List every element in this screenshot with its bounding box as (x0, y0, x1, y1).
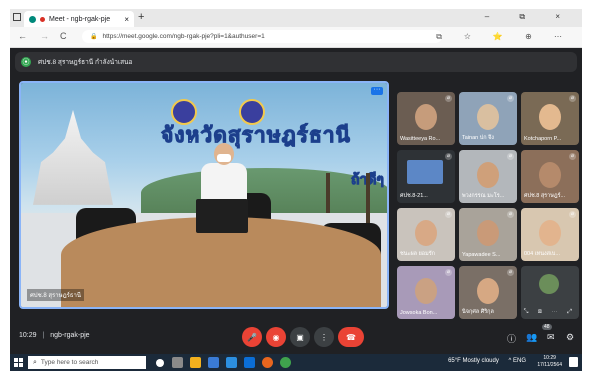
participant-tile[interactable]: ⌀ พวงกรรณ มะโร... (459, 150, 517, 203)
firefox-icon[interactable] (262, 357, 273, 368)
participant-name: Tainan ปก จึง (462, 135, 494, 141)
palm-tree (366, 172, 370, 223)
meet-area: ⦿ ศปช.8 สุราษฎร์ธานี กำลังนำเสนอ จังหวัด… (10, 48, 582, 354)
mic-off-icon: ⌀ (445, 211, 452, 218)
clock-time: 10:29 (543, 355, 556, 361)
activities-icon[interactable]: ⚙ (566, 332, 574, 343)
file-explorer-icon[interactable] (190, 357, 201, 368)
participant-tile[interactable]: ⌀ Yapawadee S... (459, 208, 517, 261)
mic-off-icon: ⌀ (507, 95, 514, 102)
clock-date: 17/11/2564 (537, 362, 562, 368)
presenter-name: ศปช.8 สุราษฎร์ธานี (27, 289, 84, 301)
participant-name: Jowsoka Bon... (400, 310, 438, 316)
window-controls[interactable]: – ⧉ × (485, 12, 574, 22)
search-icon: ⌕ (33, 358, 37, 366)
tray-icons[interactable]: ^ ENG (509, 358, 526, 364)
address-bar[interactable]: 🔒 https://meet.google.com/ngb-rgak-pje?p… (82, 30, 442, 43)
edge-icon[interactable] (226, 357, 237, 368)
reload-button[interactable]: C (60, 31, 67, 41)
mic-off-icon: ⌀ (569, 95, 576, 102)
participant-name: ศปช.8-21... (400, 193, 428, 199)
weather-text[interactable]: 65°F Mostly cloudy (448, 358, 499, 364)
back-button[interactable]: ← (18, 31, 27, 41)
participant-name: Yapawadee S... (462, 252, 501, 258)
new-tab-button[interactable]: + (138, 11, 144, 23)
meeting-details-icon[interactable]: ⓘ (507, 332, 516, 345)
meet-favicon-icon (29, 15, 36, 23)
tab-strip: Meet - ngb-rgak-pje × + – ⧉ × (10, 9, 582, 27)
taskbar-clock[interactable]: 10:29 17/11/2564 (537, 355, 562, 369)
notification-icon[interactable] (569, 357, 578, 367)
url-text: https://meet.google.com/ngb-rgak-pje?pli… (102, 33, 265, 40)
participant-name: ชนะผล ยอมรัก (400, 251, 436, 257)
palm-tree (326, 172, 330, 213)
presenting-icon: ⦿ (21, 57, 31, 67)
tab-title: Meet - ngb-rgak-pje (49, 15, 111, 23)
mic-off-icon: ⌀ (569, 153, 576, 160)
tab-close-button[interactable]: × (124, 15, 129, 24)
mic-off-icon: ⌀ (507, 211, 514, 218)
participant-tile[interactable]: ⌀ ชนะผล ยอมรัก (397, 208, 455, 261)
face-mask (217, 154, 231, 163)
leave-call-button[interactable]: ☎ (338, 327, 364, 347)
presenting-notice: ⦿ ศปช.8 สุราษฎร์ธานี กำลังนำเสนอ (15, 52, 577, 72)
laptop (196, 199, 248, 234)
presenting-text: ศปช.8 สุราษฎร์ธานี กำลังนำเสนอ (38, 59, 133, 66)
recording-dot-icon (40, 16, 45, 22)
people-icon[interactable]: 👥 (526, 332, 537, 343)
browser-tab[interactable]: Meet - ngb-rgak-pje × (24, 11, 134, 27)
participant-tile[interactable]: ⌀ Kotchaporn P... (521, 92, 579, 145)
lock-icon: 🔒 (90, 34, 98, 40)
participant-tile[interactable]: ⌀ Jowsoka Bon... (397, 266, 455, 319)
others-tile-controls[interactable]: ⤡ ⊠ ⋯ ⤢ (524, 309, 576, 316)
browser-toolbar-icons[interactable]: ⧉ ☆ ⭐ ⊕ ⋯ (436, 32, 572, 42)
mic-toggle-button[interactable]: 🎤 (242, 327, 262, 347)
window-menu-icon[interactable] (13, 13, 21, 21)
meeting-code: ngb-rgak-pje (50, 332, 90, 339)
people-count-badge: 48 (542, 324, 552, 330)
more-options-button[interactable]: ⋮ (314, 327, 334, 347)
search-placeholder: Type here to search (40, 359, 99, 366)
meeting-time: 10:29 (19, 332, 37, 339)
more-options-button[interactable]: ··· (371, 86, 383, 95)
mic-off-icon: ⌀ (507, 269, 514, 276)
windows-taskbar: ⌕ Type here to search 65°F Mostly cloudy… (10, 354, 582, 371)
others-tile[interactable]: ⤡ ⊠ ⋯ ⤢ (521, 266, 579, 319)
participant-name: 004 เทนงสเบ... (524, 251, 560, 257)
camera-toggle-button[interactable]: ◉ (266, 327, 286, 347)
mic-off-icon: ⌀ (507, 153, 514, 160)
cortana-icon[interactable] (156, 359, 164, 367)
store-icon[interactable] (208, 357, 219, 368)
participant-tile[interactable]: ⌀ 004 เทนงสเบ... (521, 208, 579, 261)
forward-button[interactable]: → (40, 31, 49, 41)
meeting-controls-bar: 10:29 | ngb-rgak-pje 🎤 ◉ ▣ ⋮ ☎ ⓘ 👥 48 ✉ … (10, 319, 582, 354)
participant-tile[interactable]: ⌀ Tainan ปก จึง (459, 92, 517, 145)
chrome-icon[interactable] (280, 357, 291, 368)
participant-name: พวงกรรณ มะโร... (462, 193, 505, 199)
main-video[interactable]: จังหวัดสุราษฎร์ธานี ถ้าดีๆ ··· ศปช.8 สุร… (19, 81, 389, 309)
browser-window: Meet - ngb-rgak-pje × + – ⧉ × ← → C 🔒 ht… (10, 9, 582, 354)
separator: | (42, 332, 45, 339)
word-icon[interactable] (244, 357, 255, 368)
chat-icon[interactable]: ✉ (547, 332, 555, 343)
present-button[interactable]: ▣ (290, 327, 310, 347)
mic-off-icon: ⌀ (445, 269, 452, 276)
participant-name: Wasitteeya Ro... (400, 136, 441, 142)
address-bar-row: ← → C 🔒 https://meet.google.com/ngb-rgak… (10, 27, 582, 48)
participant-name: ศปช.8 สุราษฎร์... (524, 193, 566, 199)
participant-tile[interactable]: ⌀ ศปช.8 สุราษฎร์... (521, 150, 579, 203)
participant-name: Kotchaporn P... (524, 136, 562, 142)
mic-off-icon: ⌀ (569, 211, 576, 218)
province-banner-text: จังหวัดสุราษฎร์ธานี (161, 122, 351, 148)
participant-tile[interactable]: ⌀ นิจกุศล ศิริกุล (459, 266, 517, 319)
participant-tile[interactable]: ⌀ ศปช.8-21... (397, 150, 455, 203)
windows-start-icon[interactable] (14, 358, 23, 367)
mic-off-icon: ⌀ (445, 95, 452, 102)
mic-off-icon: ⌀ (445, 153, 452, 160)
participant-tile[interactable]: ⌀ Wasitteeya Ro... (397, 92, 455, 145)
task-view-icon[interactable] (172, 357, 183, 368)
meeting-info: 10:29 | ngb-rgak-pje (19, 332, 90, 339)
taskbar-search[interactable]: ⌕ Type here to search (28, 356, 146, 369)
participant-name: นิจกุศล ศิริกุล (462, 309, 494, 315)
